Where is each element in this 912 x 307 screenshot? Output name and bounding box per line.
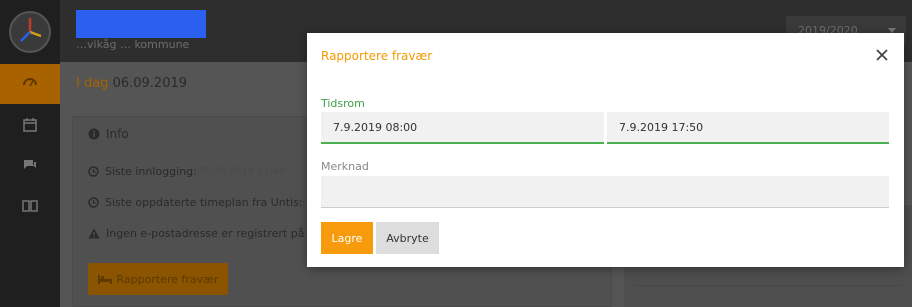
redacted-user-block bbox=[76, 10, 206, 38]
dashboard-icon bbox=[23, 78, 37, 87]
school-name: …vikåg … kommune bbox=[76, 38, 190, 51]
to-datetime-value: 7.9.2019 17:50 bbox=[619, 121, 704, 134]
nav-dashboard[interactable] bbox=[0, 64, 60, 104]
chat-icon bbox=[24, 160, 36, 169]
cancel-button[interactable]: Avbryte bbox=[376, 222, 439, 254]
note-label: Merknad bbox=[321, 160, 369, 173]
close-icon[interactable] bbox=[874, 47, 890, 63]
save-button[interactable]: Lagre bbox=[321, 222, 373, 254]
nav-messages[interactable] bbox=[0, 145, 60, 185]
info-title: Info bbox=[106, 127, 129, 141]
no-email-text: Ingen e-postadresse er registrert på bbox=[106, 227, 305, 240]
today-label: I dag bbox=[76, 76, 109, 91]
timespan-label: Tidsrom bbox=[321, 97, 365, 110]
today-date: 06.09.2019 bbox=[112, 76, 188, 91]
last-timetable-label: Siste oppdaterte timeplan fra Untis: bbox=[105, 196, 303, 209]
last-login-label: Siste innlogging: bbox=[105, 165, 197, 178]
sidebar bbox=[0, 0, 60, 307]
last-login-value: 05.09.2019 21:40 bbox=[196, 166, 287, 177]
last-login-row: Siste innlogging: 05.09.2019 21:40 bbox=[88, 165, 286, 178]
report-absence-button[interactable]: Rapportere fravær bbox=[88, 263, 228, 295]
from-datetime-value: 7.9.2019 08:00 bbox=[333, 121, 418, 134]
page-title: I dag 06.09.2019 bbox=[76, 76, 187, 91]
clock-icon bbox=[88, 166, 99, 177]
clock-logo-icon[interactable] bbox=[8, 10, 52, 54]
dialog-title: Rapportere fravær bbox=[321, 49, 433, 63]
clock-icon bbox=[88, 197, 99, 208]
info-heading: Info bbox=[88, 127, 129, 141]
no-email-row: Ingen e-postadresse er registrert på bbox=[88, 227, 304, 240]
divider bbox=[634, 285, 902, 286]
bed-icon bbox=[97, 274, 112, 284]
nav-calendar[interactable] bbox=[0, 105, 60, 145]
warning-icon bbox=[88, 228, 100, 239]
info-icon bbox=[88, 128, 100, 140]
report-absence-dialog: Rapportere fravær Tidsrom 7.9.2019 08:00… bbox=[307, 33, 904, 267]
nav-book[interactable] bbox=[0, 186, 60, 226]
from-datetime-field[interactable]: 7.9.2019 08:00 bbox=[321, 112, 604, 144]
report-absence-label: Rapportere fravær bbox=[116, 272, 219, 286]
book-icon bbox=[22, 200, 38, 212]
to-datetime-field[interactable]: 7.9.2019 17:50 bbox=[607, 112, 889, 144]
calendar-icon bbox=[23, 118, 37, 132]
last-timetable-row: Siste oppdaterte timeplan fra Untis: 05. bbox=[88, 196, 318, 209]
note-field[interactable] bbox=[321, 176, 889, 208]
